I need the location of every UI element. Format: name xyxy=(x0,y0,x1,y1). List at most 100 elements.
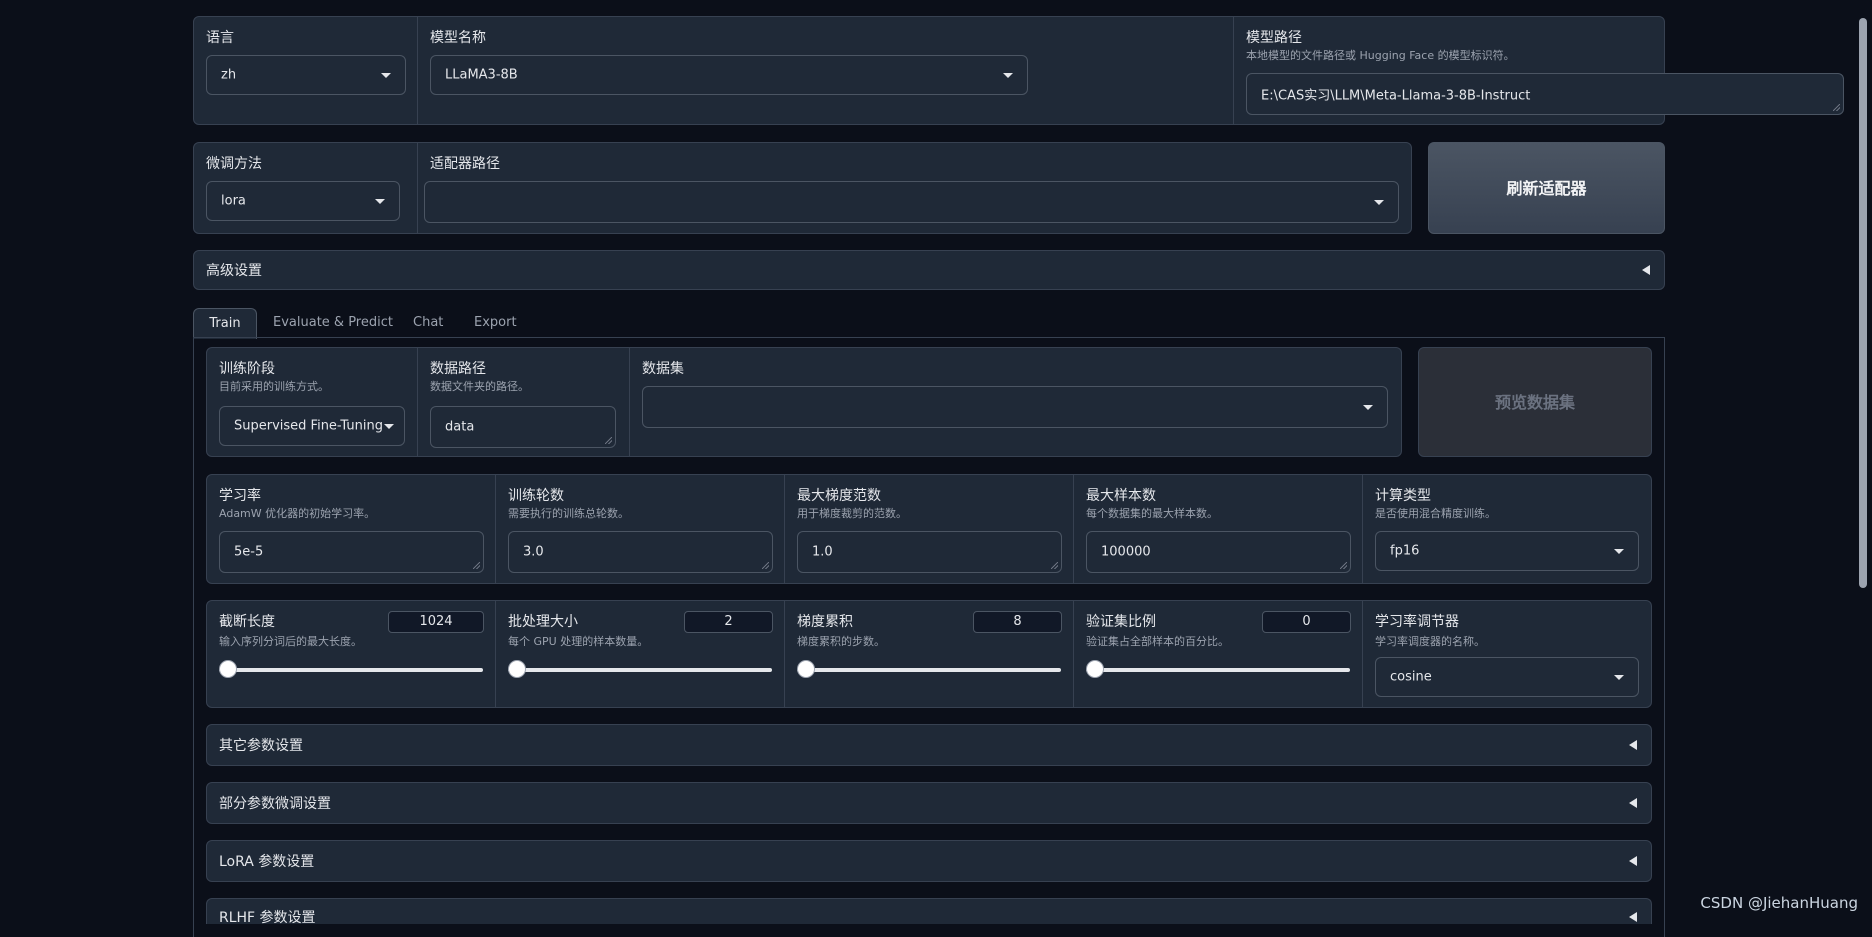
lora-params-accordion[interactable]: LoRA 参数设置 xyxy=(206,840,1652,882)
adapter-path-dropdown[interactable] xyxy=(424,181,1399,223)
cutoff-len-label: 截断长度 xyxy=(219,614,275,630)
epochs-cell: 训练轮数 需要执行的训练总轮数。 3.0 xyxy=(496,475,785,583)
compute-type-dropdown[interactable]: fp16 xyxy=(1375,531,1639,571)
val-size-slider[interactable] xyxy=(1086,660,1104,678)
advanced-settings-accordion[interactable]: 高级设置 xyxy=(193,250,1665,290)
val-size-info: 验证集占全部样本的百分比。 xyxy=(1086,635,1229,648)
lr-scheduler-dropdown[interactable]: cosine xyxy=(1375,657,1639,697)
adapter-panel: 微调方法 lora 适配器路径 xyxy=(193,142,1412,234)
epochs-input[interactable]: 3.0 xyxy=(508,531,773,573)
compute-type-info: 是否使用混合精度训练。 xyxy=(1375,507,1496,520)
language-cell: 语言 zh xyxy=(194,17,418,124)
max-grad-norm-cell: 最大梯度范数 用于梯度裁剪的范数。 1.0 xyxy=(785,475,1074,583)
dataset-dir-label: 数据路径 xyxy=(430,361,486,377)
page-scrollbar[interactable] xyxy=(1856,0,1870,924)
val-size-cell: 验证集比例 验证集占全部样本的百分比。 0 xyxy=(1074,601,1363,707)
dataset-dir-info: 数据文件夹的路径。 xyxy=(430,380,529,393)
dataset-dir-input[interactable]: data xyxy=(430,406,616,448)
adapter-path-cell: 适配器路径 xyxy=(418,143,1413,233)
cutoff-len-track[interactable] xyxy=(219,668,483,672)
cutoff-len-cell: 截断长度 输入序列分词后的最大长度。 1024 xyxy=(207,601,496,707)
chevron-down-icon xyxy=(384,424,394,429)
resize-grip-icon[interactable] xyxy=(605,437,612,444)
model-path-label: 模型路径 xyxy=(1246,30,1302,46)
epochs-info: 需要执行的训练总轮数。 xyxy=(508,507,629,520)
val-size-label: 验证集比例 xyxy=(1086,614,1156,630)
model-settings-panel: 语言 zh 模型名称 LLaMA3-8B 模型路径 本地模型的文件路径或 Hug… xyxy=(193,16,1844,125)
other-params-accordion[interactable]: 其它参数设置 xyxy=(206,724,1652,766)
batch-size-info: 每个 GPU 处理的样本数量。 xyxy=(508,635,649,648)
collapse-arrow-icon xyxy=(1642,265,1650,275)
model-path-cell: 模型路径 本地模型的文件路径或 Hugging Face 的模型标识符。 E:\… xyxy=(1234,17,1844,124)
compute-type-cell: 计算类型 是否使用混合精度训练。 fp16 xyxy=(1363,475,1653,583)
model-name-dropdown[interactable]: LLaMA3-8B xyxy=(430,55,1028,95)
dataset-dropdown[interactable] xyxy=(642,386,1388,428)
train-sliders-panel: 截断长度 输入序列分词后的最大长度。 1024 批处理大小 每个 GPU 处理的… xyxy=(206,600,1652,708)
batch-size-track[interactable] xyxy=(508,668,772,672)
chevron-down-icon xyxy=(381,73,391,78)
collapse-arrow-icon xyxy=(1629,912,1637,922)
resize-grip-icon[interactable] xyxy=(1051,562,1058,569)
resize-grip-icon[interactable] xyxy=(1833,104,1840,111)
language-label: 语言 xyxy=(206,30,234,46)
batch-size-label: 批处理大小 xyxy=(508,614,578,630)
grad-accum-cell: 梯度累积 梯度累积的步数。 8 xyxy=(785,601,1074,707)
lr-scheduler-cell: 学习率调节器 学习率调度器的名称。 cosine xyxy=(1363,601,1653,707)
dataset-label: 数据集 xyxy=(642,361,684,377)
lr-scheduler-label: 学习率调节器 xyxy=(1375,614,1459,630)
val-size-track[interactable] xyxy=(1086,668,1350,672)
train-hparams-panel: 学习率 AdamW 优化器的初始学习率。 5e-5 训练轮数 需要执行的训练总轮… xyxy=(206,474,1652,584)
stage-dropdown[interactable]: Supervised Fine-Tuning xyxy=(219,406,405,446)
epochs-label: 训练轮数 xyxy=(508,488,564,504)
grad-accum-number[interactable]: 8 xyxy=(973,611,1062,633)
rlhf-params-accordion[interactable]: RLHF 参数设置 xyxy=(206,898,1652,926)
max-grad-norm-info: 用于梯度裁剪的范数。 xyxy=(797,507,907,520)
preview-dataset-button[interactable]: 预览数据集 xyxy=(1418,347,1652,457)
tab-train[interactable]: Train xyxy=(193,308,257,339)
compute-type-label: 计算类型 xyxy=(1375,488,1431,504)
tab-evaluate-predict[interactable]: Evaluate & Predict xyxy=(273,308,393,338)
language-dropdown[interactable]: zh xyxy=(206,55,406,95)
cutoff-len-info: 输入序列分词后的最大长度。 xyxy=(219,635,362,648)
learning-rate-label: 学习率 xyxy=(219,488,261,504)
freeze-params-accordion[interactable]: 部分参数微调设置 xyxy=(206,782,1652,824)
learning-rate-input[interactable]: 5e-5 xyxy=(219,531,484,573)
max-samples-input[interactable]: 100000 xyxy=(1086,531,1351,573)
collapse-arrow-icon xyxy=(1629,740,1637,750)
max-grad-norm-input[interactable]: 1.0 xyxy=(797,531,1062,573)
resize-grip-icon[interactable] xyxy=(473,562,480,569)
learning-rate-info: AdamW 优化器的初始学习率。 xyxy=(219,507,376,520)
stage-cell: 训练阶段 目前采用的训练方式。 Supervised Fine-Tuning xyxy=(207,348,418,456)
model-path-info: 本地模型的文件路径或 Hugging Face 的模型标识符。 xyxy=(1246,49,1515,62)
batch-size-slider[interactable] xyxy=(508,660,526,678)
tab-export[interactable]: Export xyxy=(474,308,517,338)
max-samples-cell: 最大样本数 每个数据集的最大样本数。 100000 xyxy=(1074,475,1363,583)
tab-chat[interactable]: Chat xyxy=(413,308,443,338)
resize-grip-icon[interactable] xyxy=(1340,562,1347,569)
model-path-input[interactable]: E:\CAS实习\LLM\Meta-Llama-3-8B-Instruct xyxy=(1246,73,1844,115)
collapse-arrow-icon xyxy=(1629,798,1637,808)
max-grad-norm-label: 最大梯度范数 xyxy=(797,488,881,504)
model-name-label: 模型名称 xyxy=(430,30,486,46)
learning-rate-cell: 学习率 AdamW 优化器的初始学习率。 5e-5 xyxy=(207,475,496,583)
val-size-number[interactable]: 0 xyxy=(1262,611,1351,633)
dataset-cell: 数据集 xyxy=(630,348,1403,456)
cutoff-len-number[interactable]: 1024 xyxy=(388,611,484,633)
refresh-adapters-button[interactable]: 刷新适配器 xyxy=(1428,142,1665,234)
chevron-down-icon xyxy=(375,199,385,204)
chevron-down-icon xyxy=(1363,405,1373,410)
scrollbar-thumb[interactable] xyxy=(1859,18,1867,588)
max-samples-info: 每个数据集的最大样本数。 xyxy=(1086,507,1218,520)
dataset-dir-cell: 数据路径 数据文件夹的路径。 data xyxy=(418,348,630,456)
resize-grip-icon[interactable] xyxy=(762,562,769,569)
stage-info: 目前采用的训练方式。 xyxy=(219,380,329,393)
cutoff-len-slider[interactable] xyxy=(219,660,237,678)
finetune-method-dropdown[interactable]: lora xyxy=(206,181,400,221)
grad-accum-slider[interactable] xyxy=(797,660,815,678)
max-samples-label: 最大样本数 xyxy=(1086,488,1156,504)
stage-label: 训练阶段 xyxy=(219,361,275,377)
model-name-cell: 模型名称 LLaMA3-8B xyxy=(418,17,1234,124)
grad-accum-track[interactable] xyxy=(797,668,1061,672)
watermark: CSDN @JiehanHuang xyxy=(1700,894,1858,912)
batch-size-number[interactable]: 2 xyxy=(684,611,773,633)
